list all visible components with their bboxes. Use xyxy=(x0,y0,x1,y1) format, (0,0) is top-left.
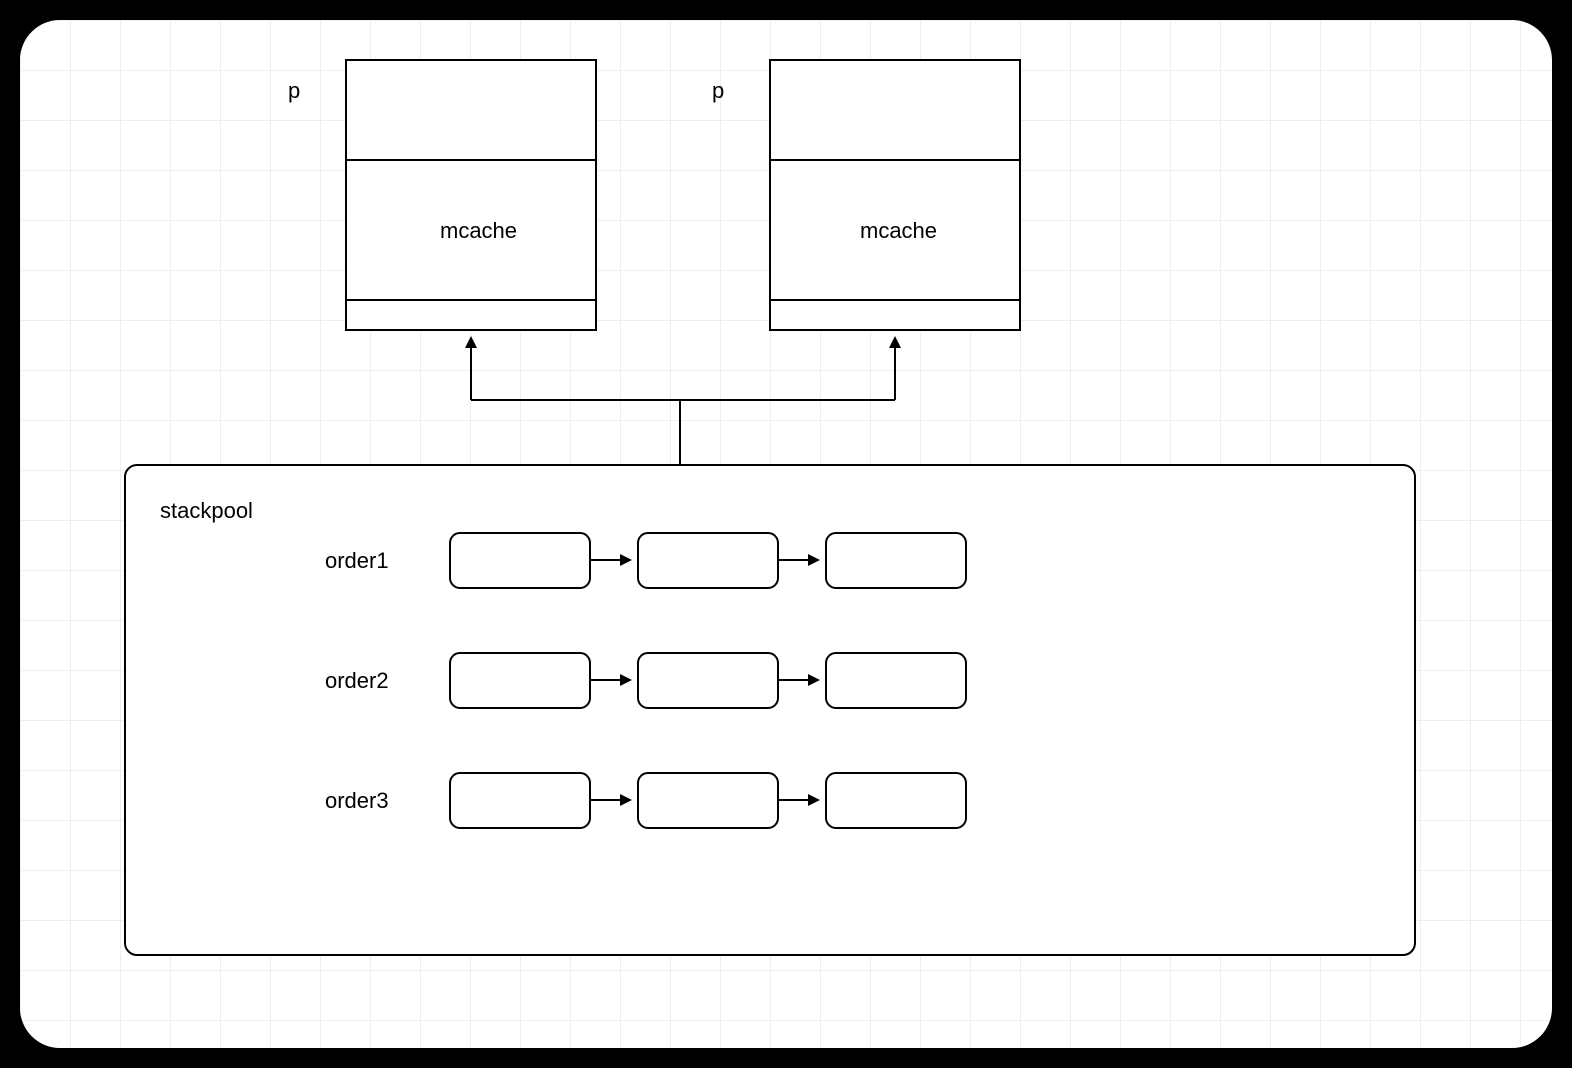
p-box-2 xyxy=(770,60,1020,330)
p-label-1: p xyxy=(288,78,300,104)
order1-label: order1 xyxy=(325,548,389,574)
order-row-1 xyxy=(450,533,966,588)
p-label-2: p xyxy=(712,78,724,104)
order2-label: order2 xyxy=(325,668,389,694)
order-row-3 xyxy=(450,773,966,828)
stackpool-title: stackpool xyxy=(160,498,253,524)
p-box-1 xyxy=(346,60,596,330)
diagram-svg xyxy=(20,20,1552,1048)
order3-label: order3 xyxy=(325,788,389,814)
mcache-label-1: mcache xyxy=(440,218,517,244)
connector-lines xyxy=(471,338,895,465)
diagram-panel: p mcache p mcache stackpool order1 order… xyxy=(20,20,1552,1048)
order-row-2 xyxy=(450,653,966,708)
mcache-label-2: mcache xyxy=(860,218,937,244)
